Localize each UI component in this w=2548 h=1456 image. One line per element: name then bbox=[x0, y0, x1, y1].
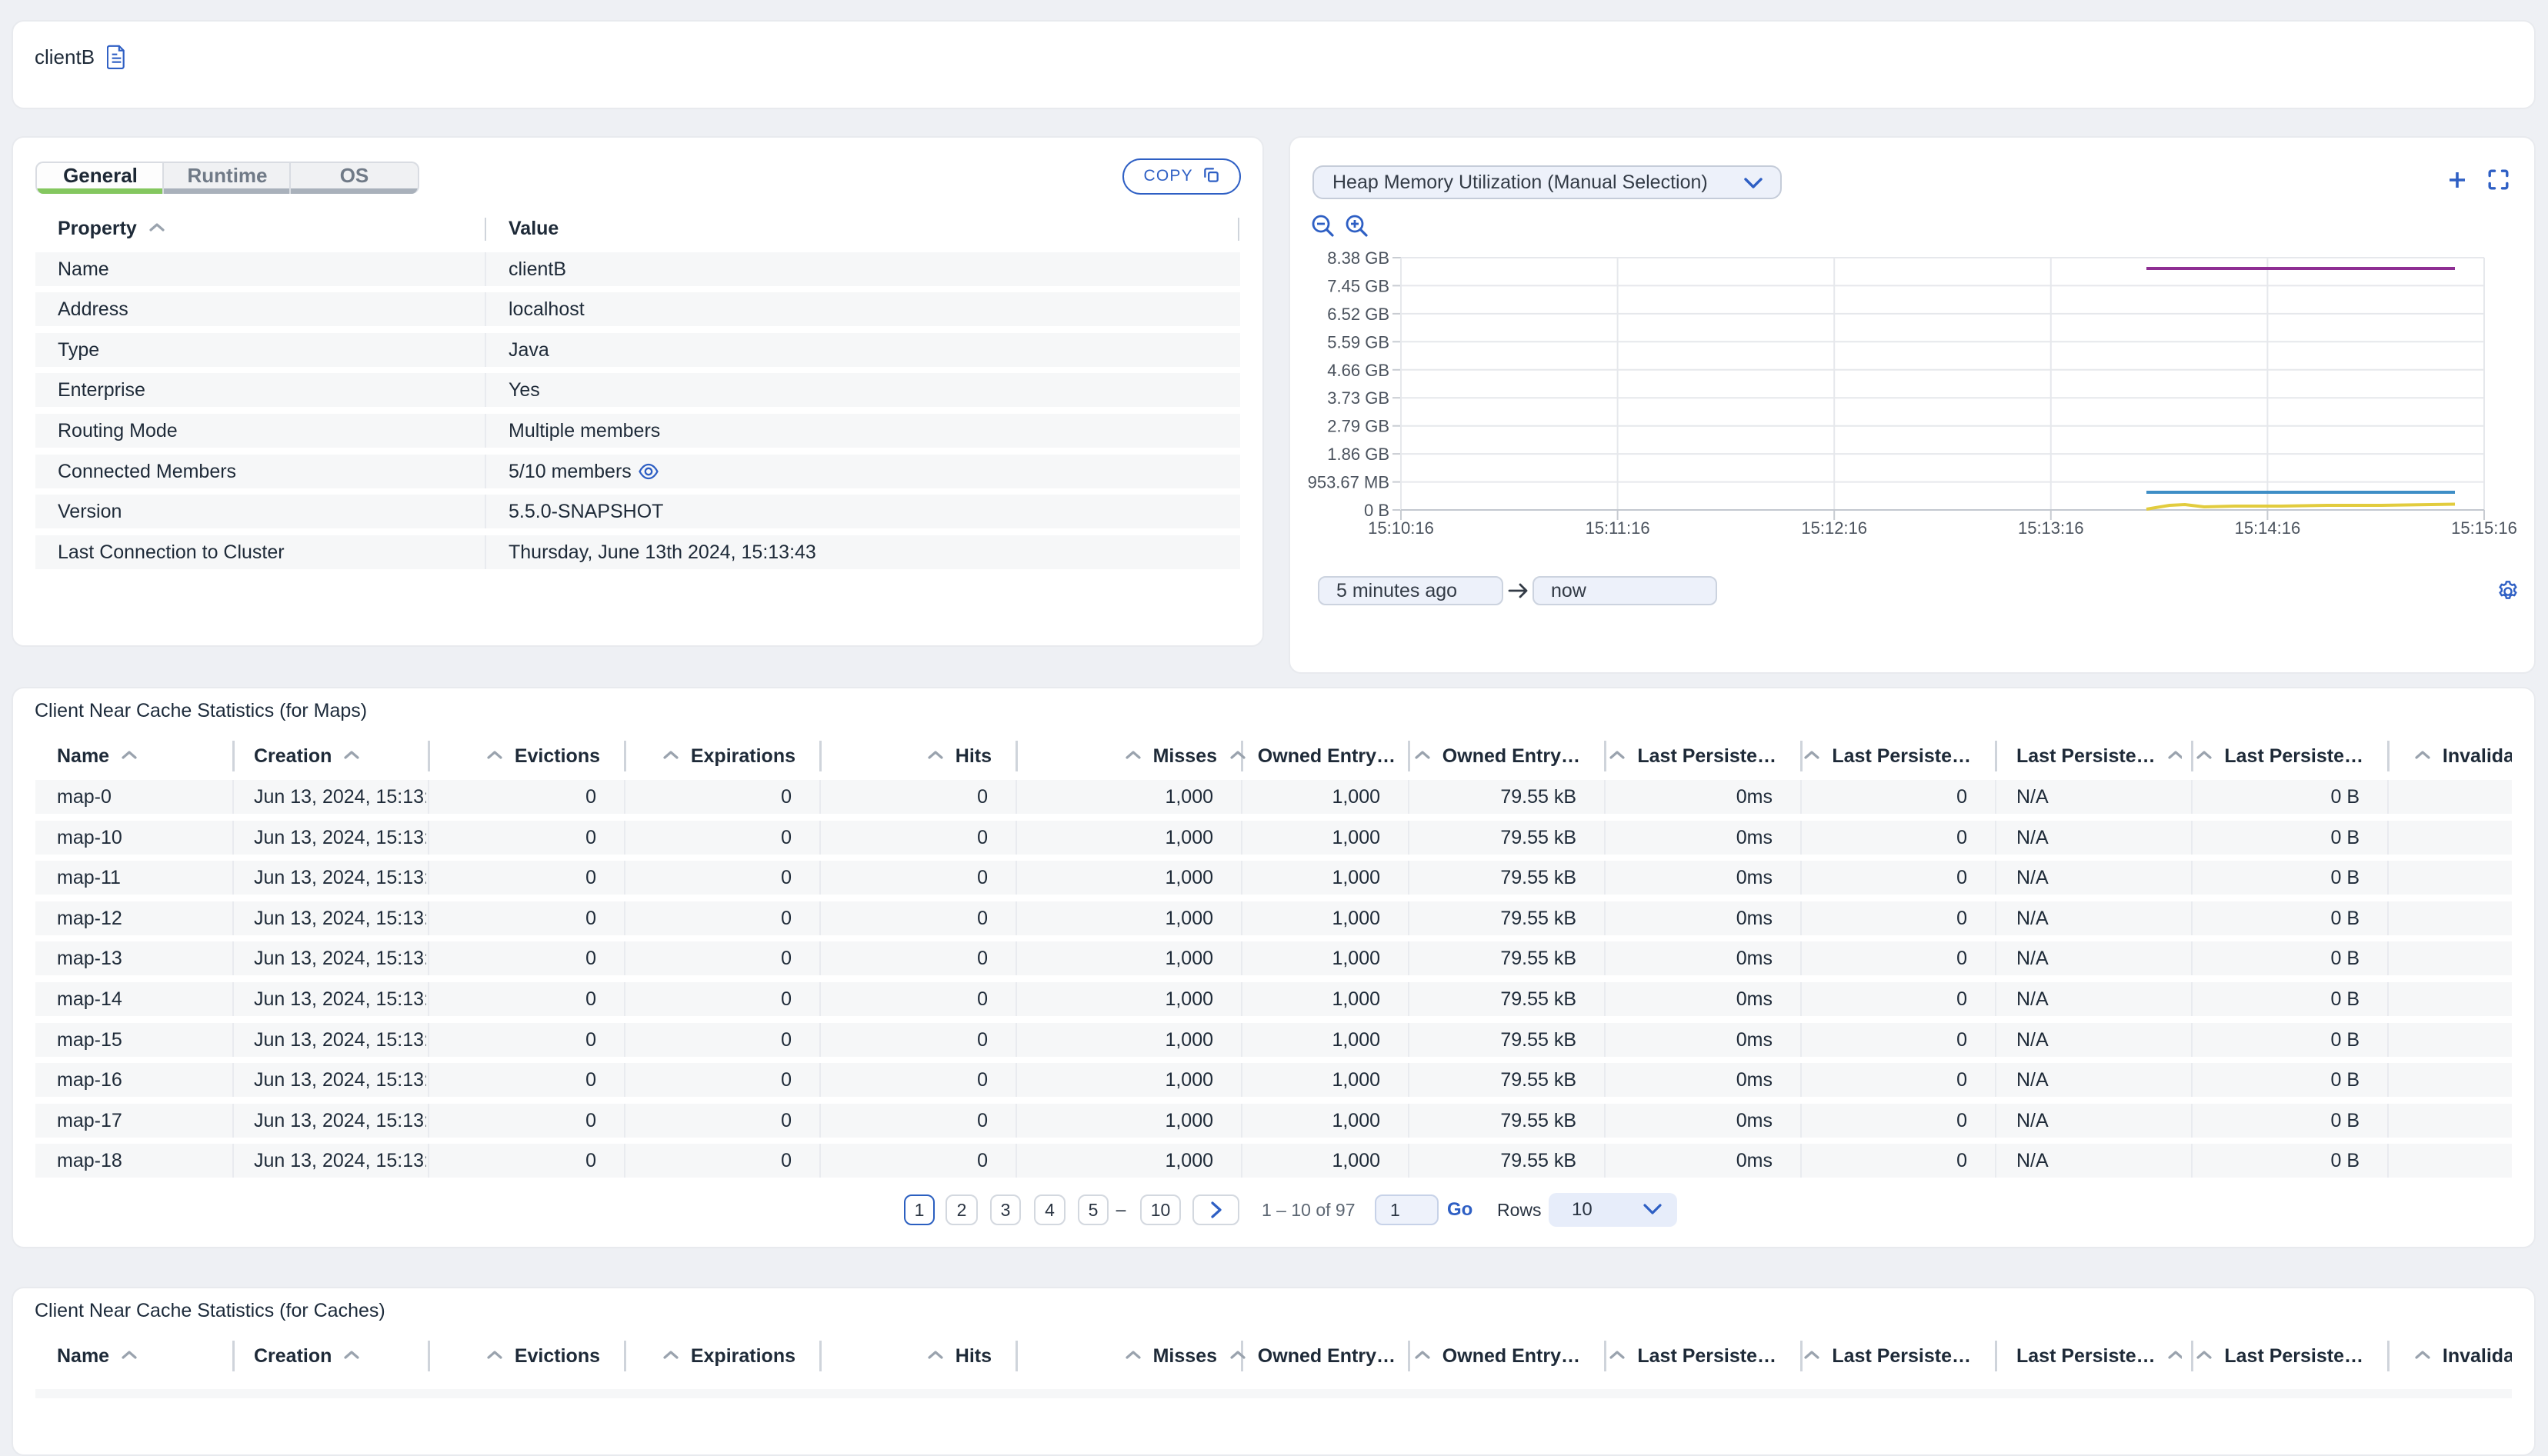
svg-text:15:11:16: 15:11:16 bbox=[1586, 518, 1650, 538]
svg-text:7.45 GB: 7.45 GB bbox=[1327, 276, 1389, 295]
svg-text:15:13:16: 15:13:16 bbox=[2018, 518, 2084, 538]
svg-text:4.66 GB: 4.66 GB bbox=[1327, 361, 1389, 380]
svg-text:15:14:16: 15:14:16 bbox=[2235, 518, 2301, 538]
svg-text:6.52 GB: 6.52 GB bbox=[1327, 305, 1389, 324]
svg-text:3.73 GB: 3.73 GB bbox=[1327, 388, 1389, 408]
svg-text:8.38 GB: 8.38 GB bbox=[1327, 248, 1389, 268]
svg-text:0 B: 0 B bbox=[1364, 501, 1389, 520]
svg-text:15:10:16: 15:10:16 bbox=[1368, 518, 1434, 538]
svg-text:1.86 GB: 1.86 GB bbox=[1327, 445, 1389, 464]
svg-text:15:15:16: 15:15:16 bbox=[2451, 518, 2517, 538]
svg-text:2.79 GB: 2.79 GB bbox=[1327, 417, 1389, 436]
svg-text:5.59 GB: 5.59 GB bbox=[1327, 332, 1389, 352]
svg-text:15:12:16: 15:12:16 bbox=[1801, 518, 1867, 538]
svg-text:953.67 MB: 953.67 MB bbox=[1308, 473, 1389, 492]
